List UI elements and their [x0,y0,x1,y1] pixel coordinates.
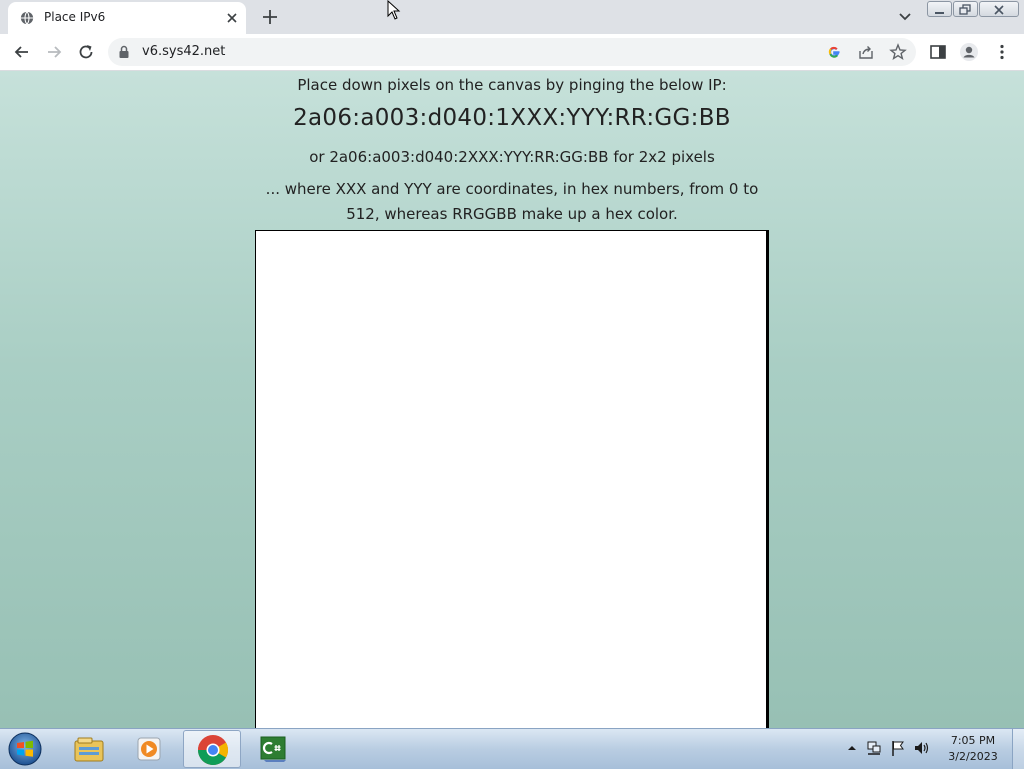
volume-icon[interactable] [913,739,931,757]
chrome-icon [197,735,229,766]
browser-toolbar: v6.sys42.net [0,34,1024,71]
windows-taskbar: 7:05 PM 3/2/2023 [0,728,1024,769]
media-player-icon [137,737,161,761]
minimize-icon [935,12,944,14]
side-panel-icon[interactable] [928,42,948,62]
back-arrow-icon[interactable] [12,42,32,62]
csharp-icon [260,736,286,762]
reload-icon[interactable] [76,42,96,62]
alternate-ip-text: or 2a06:a003:d040:2XXX:YYY:RR:GG:BB for … [309,148,715,166]
coordinates-explanation: ... where XXX and YYY are coordinates, i… [265,180,759,223]
globe-icon [20,11,34,25]
minimize-button[interactable] [927,1,952,17]
taskbar-explorer-button[interactable] [60,730,118,768]
restore-icon [959,4,971,15]
instruction-text: Place down pixels on the canvas by pingi… [297,76,727,94]
bookmark-star-icon[interactable] [889,43,907,61]
restore-button[interactable] [953,1,978,17]
clock-time: 7:05 PM [950,734,996,747]
tab-strip: Place IPv6 [0,0,1024,34]
ip-format-heading: 2a06:a003:d040:1XXX:YYY:RR:GG:BB [293,105,731,131]
pixel-canvas[interactable] [255,230,769,728]
menu-kebab-icon[interactable] [992,42,1012,62]
windows-explorer-icon [74,737,104,762]
mouse-cursor-icon [387,0,401,20]
forward-arrow-icon[interactable] [44,42,64,62]
system-clock[interactable]: 7:05 PM 3/2/2023 [940,733,1006,765]
web-page: Place down pixels on the canvas by pingi… [0,71,1024,728]
show-desktop-button[interactable] [1012,729,1024,769]
url-text: v6.sys42.net [142,44,226,59]
taskbar-chrome-button[interactable] [183,730,241,768]
windows-start-icon[interactable] [6,731,44,767]
show-hidden-icons-icon[interactable] [843,739,861,757]
close-tab-icon[interactable] [224,10,240,26]
profile-avatar-icon[interactable] [959,42,979,62]
action-center-flag-icon[interactable] [889,739,907,757]
close-icon [994,5,1004,15]
share-icon[interactable] [858,44,874,60]
clock-date: 3/2/2023 [948,750,998,763]
google-translate-icon[interactable] [826,44,842,60]
tab-title: Place IPv6 [44,10,106,24]
window-close-button[interactable] [979,1,1019,17]
address-bar[interactable]: v6.sys42.net [108,38,916,66]
taskbar-csharp-button[interactable] [245,730,303,768]
taskbar-media-button[interactable] [121,730,179,768]
lock-icon[interactable] [118,45,130,59]
new-tab-icon[interactable] [259,6,281,28]
browser-tab[interactable]: Place IPv6 [8,2,246,34]
network-icon[interactable] [865,739,883,757]
tab-search-chevron-icon[interactable] [895,8,915,26]
